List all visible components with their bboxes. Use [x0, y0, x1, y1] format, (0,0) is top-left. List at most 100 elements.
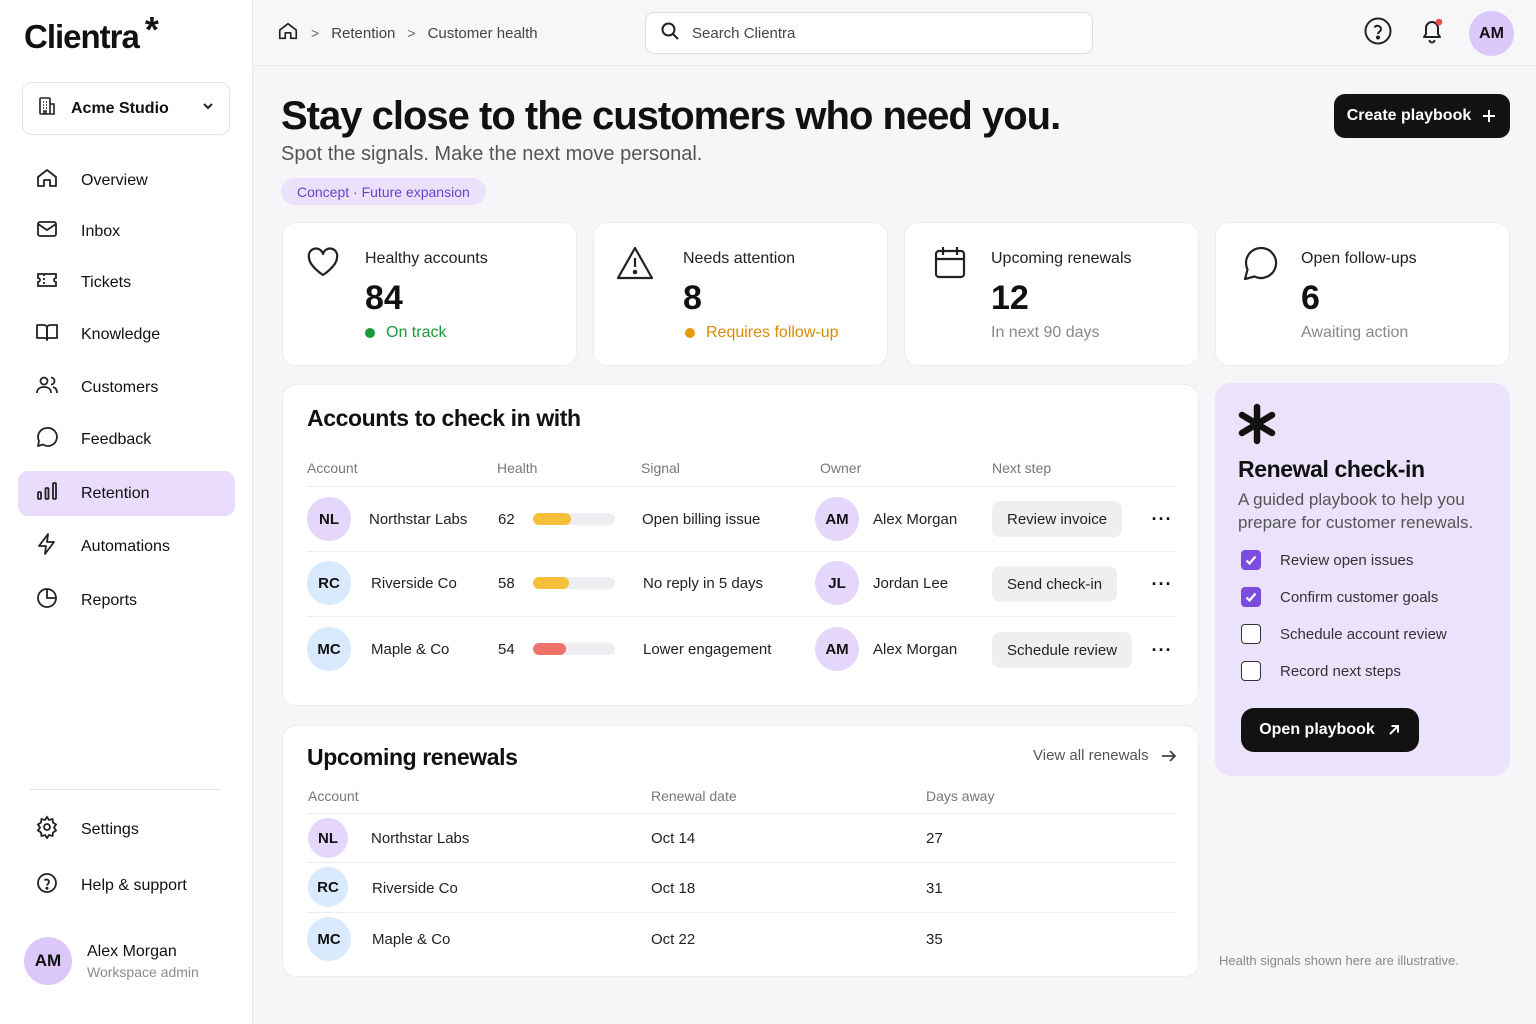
ticket-icon — [35, 268, 59, 297]
avatar: NL — [308, 818, 348, 858]
checklist-label: Record next steps — [1280, 662, 1401, 680]
renewal-date: Oct 14 — [651, 830, 696, 847]
column-header-owner: Owner — [820, 460, 862, 476]
avatar[interactable]: AM — [1469, 11, 1514, 56]
breadcrumb: > Retention > Customer health — [277, 20, 538, 46]
account-name[interactable]: Riverside Co — [371, 575, 457, 592]
next-step-button[interactable]: Send check-in — [992, 566, 1118, 602]
sidebar-item-feedback[interactable]: Feedback — [18, 417, 235, 462]
health-bar — [533, 577, 615, 589]
sidebar-item-help[interactable]: Help & support — [18, 863, 235, 908]
account-name[interactable]: Riverside Co — [372, 880, 458, 897]
account-name[interactable]: Northstar Labs — [371, 830, 469, 847]
account-name[interactable]: Maple & Co — [371, 641, 449, 658]
stat-label: Needs attention — [683, 250, 796, 267]
more-icon[interactable]: ··· — [1150, 638, 1174, 662]
owner-name: Alex Morgan — [873, 511, 958, 528]
breadcrumb-retention[interactable]: Retention — [331, 25, 395, 42]
stat-note: In next 90 days — [991, 324, 1100, 341]
sidebar-item-knowledge[interactable]: Knowledge — [18, 312, 235, 357]
checkbox-unchecked[interactable] — [1241, 624, 1261, 644]
avatar: AM — [815, 627, 859, 671]
avatar: RC — [308, 867, 348, 907]
checkbox-checked[interactable] — [1241, 587, 1261, 607]
open-playbook-button[interactable]: Open playbook — [1241, 708, 1419, 752]
checklist-item[interactable]: Schedule account review — [1241, 624, 1447, 644]
home-icon[interactable] — [277, 20, 299, 46]
message-icon — [1242, 245, 1280, 288]
sidebar-item-label: Inbox — [81, 222, 121, 240]
checklist-item[interactable]: Review open issues — [1241, 550, 1413, 570]
book-icon — [35, 320, 59, 349]
search-input[interactable] — [692, 24, 1072, 42]
accounts-card: Accounts to check in with Account Health… — [282, 384, 1199, 706]
app-logo[interactable]: Clientra * — [24, 12, 159, 56]
stat-value: 6 — [1301, 279, 1320, 317]
checklist-item[interactable]: Record next steps — [1241, 661, 1401, 681]
next-step-button[interactable]: Review invoice — [992, 501, 1123, 537]
view-all-label: View all renewals — [1033, 747, 1149, 764]
avatar: MC — [307, 917, 351, 961]
sidebar-item-retention[interactable]: Retention — [18, 471, 235, 516]
sidebar-item-tickets[interactable]: Tickets — [18, 260, 235, 305]
sidebar-item-automations[interactable]: Automations — [18, 524, 235, 569]
checklist-item[interactable]: Confirm customer goals — [1241, 587, 1438, 607]
next-step-button[interactable]: Schedule review — [992, 632, 1133, 668]
status-dot — [685, 328, 695, 338]
home-icon — [35, 166, 59, 195]
user-card[interactable]: AM Alex Morgan Workspace admin — [24, 937, 199, 985]
breadcrumb-customer-health[interactable]: Customer health — [428, 25, 538, 42]
stat-card-renewals[interactable]: Upcoming renewals 12 In next 90 days — [904, 222, 1199, 366]
sidebar-item-label: Retention — [81, 484, 150, 502]
stat-note: Requires follow-up — [685, 324, 839, 342]
stat-card-attention[interactable]: Needs attention 8 Requires follow-up — [593, 222, 888, 366]
create-playbook-button[interactable]: Create playbook — [1334, 94, 1510, 138]
playbook-description: A guided playbook to help you prepare fo… — [1238, 490, 1474, 532]
account-name[interactable]: Northstar Labs — [369, 511, 467, 528]
bolt-icon — [35, 532, 59, 561]
stat-card-followups[interactable]: Open follow-ups 6 Awaiting action — [1215, 222, 1510, 366]
user-name: Alex Morgan — [87, 942, 177, 960]
notifications-button[interactable] — [1416, 17, 1448, 49]
bell-icon — [1417, 16, 1447, 51]
health-score: 54 — [498, 641, 515, 658]
signal-text: No reply in 5 days — [643, 575, 764, 592]
days-away: 27 — [926, 830, 943, 847]
view-all-renewals-link[interactable]: View all renewals — [1033, 747, 1177, 764]
days-away: 31 — [926, 880, 943, 897]
stat-card-healthy[interactable]: Healthy accounts 84 On track — [282, 222, 577, 366]
sidebar-item-settings[interactable]: Settings — [18, 807, 235, 852]
avatar: AM — [24, 937, 72, 985]
more-icon[interactable]: ··· — [1150, 572, 1174, 596]
stat-label: Healthy accounts — [365, 250, 488, 267]
help-button[interactable] — [1362, 17, 1394, 49]
sidebar-item-label: Feedback — [81, 430, 152, 448]
health-score: 62 — [498, 511, 515, 528]
sidebar-item-reports[interactable]: Reports — [18, 578, 235, 623]
avatar: JL — [815, 561, 859, 605]
sidebar-divider — [30, 789, 220, 790]
topbar: > Retention > Customer health AM — [253, 0, 1536, 66]
sidebar-item-customers[interactable]: Customers — [18, 365, 235, 410]
workspace-switcher[interactable]: Acme Studio — [22, 82, 230, 135]
workspace-name: Acme Studio — [71, 99, 169, 117]
more-icon[interactable]: ··· — [1150, 507, 1174, 531]
column-header-days-away: Days away — [926, 788, 995, 804]
gear-icon — [35, 815, 59, 844]
sidebar-item-label: Help & support — [81, 876, 187, 894]
stat-value: 12 — [991, 279, 1029, 317]
search-box[interactable] — [645, 12, 1093, 54]
page-subtitle: Spot the signals. Make the next move per… — [281, 143, 703, 165]
renewal-date: Oct 18 — [651, 880, 696, 897]
checkbox-unchecked[interactable] — [1241, 661, 1261, 681]
column-header-health: Health — [497, 460, 538, 476]
checkbox-checked[interactable] — [1241, 550, 1261, 570]
sidebar-item-label: Settings — [81, 820, 139, 838]
heart-icon — [305, 245, 341, 286]
sidebar-item-inbox[interactable]: Inbox — [18, 209, 235, 254]
create-playbook-label: Create playbook — [1346, 107, 1472, 124]
sidebar-item-overview[interactable]: Overview — [18, 158, 235, 203]
account-name[interactable]: Maple & Co — [372, 931, 450, 948]
plus-icon — [1481, 108, 1497, 124]
open-playbook-label: Open playbook — [1259, 721, 1375, 738]
